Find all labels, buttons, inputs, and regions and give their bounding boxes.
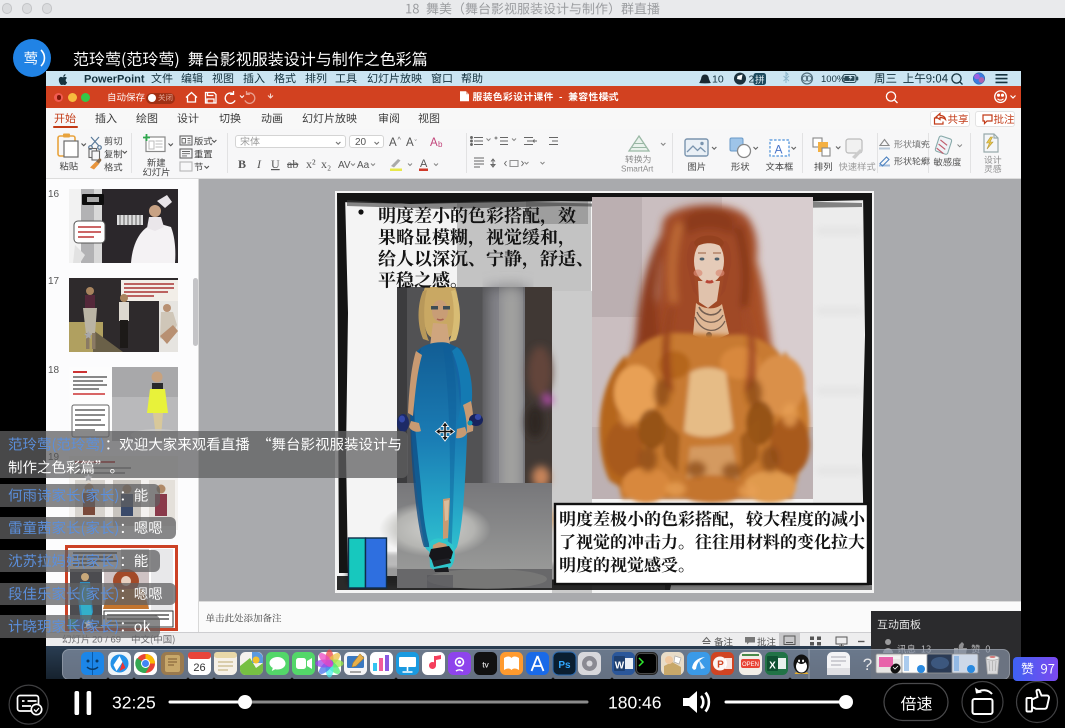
svg-text:X: X [769,661,776,672]
svg-text:180:46: 180:46 [608,693,662,713]
svg-text:32:25: 32:25 [112,693,156,713]
svg-text:P: P [717,660,724,671]
svg-text:Ps: Ps [558,660,571,671]
svg-text:26: 26 [193,662,205,674]
svg-text:W: W [615,661,625,672]
svg-text:?: ? [863,655,872,674]
svg-text:OPEN: OPEN [742,662,759,668]
svg-text:tv: tv [482,660,489,670]
